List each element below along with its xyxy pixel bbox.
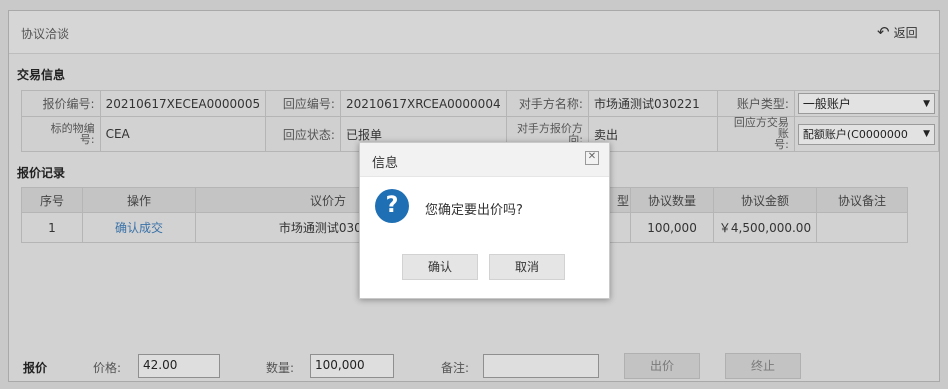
back-label: 返回 xyxy=(893,25,918,40)
back-button[interactable]: ↶ 返回 xyxy=(877,21,918,43)
quote-no-label: 报价编号: xyxy=(21,90,101,117)
confirm-dialog: 信息 ✕ ? 您确定要出价吗? 确认 取消 xyxy=(359,142,610,299)
response-status-label: 回应状态: xyxy=(265,116,341,152)
subject-value: CEA xyxy=(99,116,267,152)
note-input[interactable] xyxy=(483,354,599,378)
resp-account-cell: 配额账户(C0000000 ▼ xyxy=(793,116,940,152)
resp-account-label: 回应方交易账 号: xyxy=(717,116,795,152)
qty-input[interactable]: 100,000 xyxy=(310,354,394,378)
undo-arrow-icon: ↶ xyxy=(877,23,890,41)
cancel-button[interactable]: 取消 xyxy=(489,254,565,280)
row-seq: 1 xyxy=(21,212,83,243)
counterparty-value: 市场通测试030221 xyxy=(587,90,719,117)
confirm-deal-link[interactable]: 确认成交 xyxy=(115,221,163,235)
question-icon: ? xyxy=(375,189,409,223)
records-title: 报价记录 xyxy=(17,166,66,180)
row-qty: 100,000 xyxy=(630,212,715,243)
account-type-cell: 一般账户 ▼ xyxy=(793,90,940,117)
note-label: 备注: xyxy=(441,361,470,375)
col-header: 协议备注 xyxy=(816,187,909,213)
dialog-title: 信息 xyxy=(372,156,399,171)
price-input[interactable]: 42.00 xyxy=(138,354,220,378)
col-header: 协议数量 xyxy=(630,187,715,213)
response-no-value: 20210617XRCEA0000004 xyxy=(339,90,507,117)
trade-info-title: 交易信息 xyxy=(17,68,66,82)
qty-label: 数量: xyxy=(266,361,295,375)
terminate-button[interactable]: 终止 xyxy=(725,353,801,379)
account-type-value: 一般账户 xyxy=(802,97,851,111)
footer-title: 报价 xyxy=(23,361,48,375)
close-icon[interactable]: ✕ xyxy=(585,151,599,165)
dialog-header: 信息 ✕ xyxy=(360,143,609,177)
quote-no-value: 20210617XECEA0000005 xyxy=(99,90,267,117)
subject-label: 标的物编 号: xyxy=(21,116,101,152)
page-title: 协议洽谈 xyxy=(21,27,70,41)
price-label: 价格: xyxy=(93,361,122,375)
resp-account-select[interactable]: 配额账户(C0000000 ▼ xyxy=(797,123,935,145)
top-bar: 协议洽谈 ↶ 返回 xyxy=(9,11,939,54)
dialog-message: 您确定要出价吗? xyxy=(425,203,523,218)
row-amount: ￥4,500,000.00 xyxy=(713,212,818,243)
account-type-select[interactable]: 一般账户 ▼ xyxy=(797,93,935,114)
dropdown-arrow-icon: ▼ xyxy=(923,129,930,139)
account-type-label: 账户类型: xyxy=(717,90,795,117)
col-header: 操作 xyxy=(82,187,196,213)
resp-account-value: 配额账户(C0000000 xyxy=(802,128,908,141)
confirm-button[interactable]: 确认 xyxy=(402,254,478,280)
col-header: 协议金额 xyxy=(713,187,818,213)
row-action: 确认成交 xyxy=(82,212,196,243)
dropdown-arrow-icon: ▼ xyxy=(923,98,930,109)
response-no-label: 回应编号: xyxy=(265,90,341,117)
col-header: 序号 xyxy=(21,187,83,213)
row-note xyxy=(816,212,909,243)
offer-button[interactable]: 出价 xyxy=(624,353,700,379)
counterparty-label: 对手方名称: xyxy=(505,90,589,117)
